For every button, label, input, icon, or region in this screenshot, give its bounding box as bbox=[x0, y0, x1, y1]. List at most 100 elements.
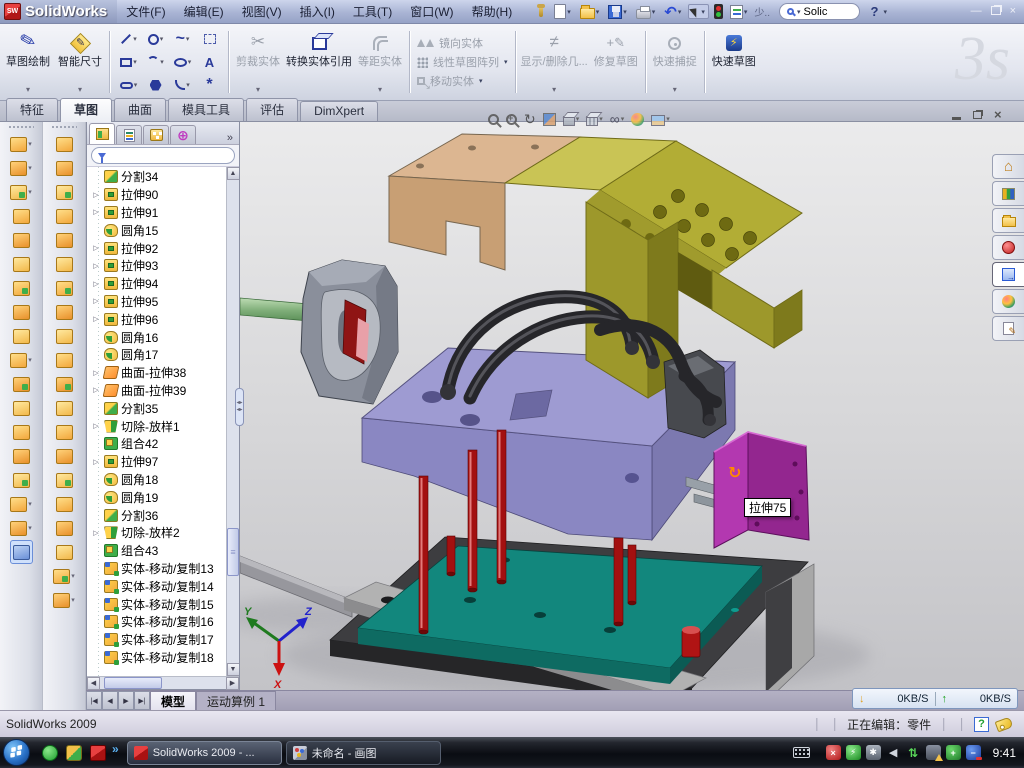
pane-tab-feature-manager-tree[interactable] bbox=[89, 123, 115, 144]
thicken-button[interactable] bbox=[56, 516, 73, 540]
sketch-slot-button[interactable]: ▾ bbox=[115, 74, 142, 97]
print-button[interactable]: ▾ bbox=[634, 4, 658, 20]
taskbar-window-1[interactable]: 未命名 - 画图 bbox=[286, 741, 441, 765]
menu-item-3[interactable]: 插入(I) bbox=[291, 0, 344, 23]
tree-item[interactable]: ▷切除-放样2 bbox=[91, 524, 226, 542]
swept-surface-button[interactable] bbox=[56, 180, 73, 204]
instant3d-button[interactable] bbox=[10, 540, 33, 564]
planar-surface-button[interactable] bbox=[56, 300, 73, 324]
zoom-to-area-button[interactable] bbox=[506, 114, 517, 125]
expand-arrow-icon[interactable]: ▷ bbox=[91, 297, 101, 305]
tree-item[interactable]: 圆角19 bbox=[91, 488, 226, 506]
new-document-button[interactable]: ▾ bbox=[552, 3, 573, 20]
extend-surface-button[interactable] bbox=[56, 420, 73, 444]
tree-filter-input[interactable] bbox=[91, 147, 235, 164]
lofted-boss-button[interactable] bbox=[13, 252, 30, 276]
scroll-down-arrow[interactable]: ▼ bbox=[227, 663, 240, 676]
offset-entities-button[interactable]: 等距实体 ▾ bbox=[354, 27, 406, 97]
trim-surface-button[interactable] bbox=[56, 444, 73, 468]
document-tab-0[interactable]: 模型 bbox=[150, 691, 196, 710]
task-pane-tab-appearances-scenes[interactable] bbox=[992, 289, 1024, 314]
magenta-block-part[interactable]: ↻ bbox=[714, 432, 809, 548]
quick-launch-messenger-icon[interactable] bbox=[42, 745, 58, 761]
quick-tips-help-icon[interactable]: ? bbox=[974, 717, 989, 732]
scroll-up-arrow[interactable]: ▲ bbox=[227, 167, 240, 180]
tab-评估[interactable]: 评估 bbox=[246, 98, 298, 121]
tree-item[interactable]: ▷拉伸95 bbox=[91, 293, 226, 311]
tray-messenger-blue-icon[interactable]: − bbox=[966, 745, 981, 760]
red-bushing-part[interactable] bbox=[682, 626, 700, 657]
view-orientation-button[interactable]: ▾ bbox=[563, 112, 580, 126]
scroll-left-arrow[interactable]: ◀ bbox=[87, 677, 100, 690]
expand-arrow-icon[interactable]: ▷ bbox=[91, 386, 101, 394]
linear-pattern-button[interactable]: ▾ bbox=[10, 348, 32, 372]
expand-arrow-icon[interactable]: ▷ bbox=[91, 529, 101, 537]
expand-arrow-icon[interactable]: ▷ bbox=[91, 262, 101, 270]
tree-item[interactable]: ▷拉伸94 bbox=[91, 275, 226, 293]
doc-close-button[interactable]: × bbox=[994, 109, 1002, 121]
untrim-surface-button[interactable] bbox=[56, 468, 73, 492]
expand-arrow-icon[interactable]: ▷ bbox=[91, 315, 101, 323]
fillet-button[interactable]: ▾ bbox=[10, 180, 32, 204]
tree-item[interactable]: 实体-移动/复制16 bbox=[91, 613, 226, 631]
keyboard-layout-icon[interactable] bbox=[793, 747, 810, 758]
help-button[interactable]: ? bbox=[871, 4, 879, 19]
task-pane-tab-search[interactable] bbox=[992, 235, 1024, 260]
task-pane-tab-file-explorer[interactable] bbox=[992, 208, 1024, 233]
doc-minimize-button[interactable] bbox=[952, 117, 961, 120]
replace-face-button[interactable] bbox=[56, 396, 73, 420]
scroll-thumb[interactable] bbox=[227, 528, 239, 576]
trim-entities-button[interactable]: 剪裁实体 ▾ bbox=[232, 27, 284, 97]
toolbar-overflow[interactable]: 少.. bbox=[754, 4, 770, 19]
menu-item-4[interactable]: 工具(T) bbox=[344, 0, 401, 23]
tree-item[interactable]: 实体-移动/复制15 bbox=[91, 595, 226, 613]
search-box[interactable]: ▾ bbox=[779, 3, 860, 20]
sketch-button[interactable]: 草图绘制 ▾ bbox=[2, 27, 54, 97]
knit-surface-button[interactable] bbox=[56, 492, 73, 516]
lofted-surface-button[interactable] bbox=[56, 204, 73, 228]
ruled-surface-button[interactable] bbox=[56, 348, 73, 372]
start-button[interactable] bbox=[3, 739, 30, 766]
tree-item[interactable]: 分割34 bbox=[91, 168, 226, 186]
previous-view-button[interactable] bbox=[524, 111, 536, 128]
tree-item[interactable]: 分割35 bbox=[91, 399, 226, 417]
combine-bodies-button[interactable] bbox=[13, 396, 30, 420]
tab-模具工具[interactable]: 模具工具 bbox=[168, 98, 244, 121]
draft-button[interactable] bbox=[13, 300, 30, 324]
revolved-surface-button[interactable] bbox=[56, 156, 73, 180]
tree-item[interactable]: 圆角15 bbox=[91, 221, 226, 239]
edit-appearance-button[interactable] bbox=[631, 113, 644, 126]
sketch-circle-button[interactable]: ▾ bbox=[142, 28, 169, 51]
tree-item[interactable]: 实体-移动/复制18 bbox=[91, 649, 226, 667]
mirror-button[interactable] bbox=[13, 372, 30, 396]
expand-arrow-icon[interactable]: ▷ bbox=[91, 369, 101, 377]
expand-arrow-icon[interactable]: ▷ bbox=[91, 191, 101, 199]
panel-splitter-handle[interactable]: ◂▸◂▸ bbox=[235, 388, 244, 426]
tab-草图[interactable]: 草图 bbox=[60, 98, 112, 122]
convert-entities-button[interactable]: 转换实体引用 bbox=[284, 27, 354, 97]
tab-scroll-first-button[interactable]: |◀ bbox=[86, 691, 102, 710]
task-pane-tab-view-palette[interactable] bbox=[992, 262, 1024, 287]
open-button[interactable]: ▾ bbox=[578, 4, 602, 20]
deform-button[interactable] bbox=[13, 468, 30, 492]
options-button[interactable]: ▾ bbox=[728, 4, 750, 20]
tab-DimXpert[interactable]: DimXpert bbox=[300, 101, 378, 121]
toolbar-grip[interactable] bbox=[51, 125, 77, 129]
tree-item[interactable]: ▷拉伸92 bbox=[91, 239, 226, 257]
hide-show-items-button[interactable]: ▾ bbox=[610, 111, 625, 127]
minimize-button[interactable]: — bbox=[971, 6, 982, 17]
section-view-button[interactable] bbox=[543, 113, 556, 126]
tree-item[interactable]: 实体-移动/复制14 bbox=[91, 577, 226, 595]
tree-item[interactable]: ▷曲面-拉伸38 bbox=[91, 364, 226, 382]
search-input[interactable] bbox=[804, 6, 852, 18]
menu-item-0[interactable]: 文件(F) bbox=[117, 0, 174, 23]
reference-geometry-button[interactable]: ▾ bbox=[10, 492, 32, 516]
sketch-point-button[interactable] bbox=[196, 74, 223, 97]
sketch-rectangle-button[interactable]: ▾ bbox=[115, 51, 142, 74]
tray-update-gear-icon[interactable]: ✱ bbox=[866, 745, 881, 760]
tab-scroll-left-button[interactable]: ◀ bbox=[102, 691, 118, 710]
expand-arrow-icon[interactable]: ▷ bbox=[91, 280, 101, 288]
tray-security-red-icon[interactable]: × bbox=[826, 745, 841, 760]
mirror-entities-button[interactable]: 镜向实体 bbox=[417, 35, 508, 52]
document-tab-1[interactable]: 运动算例 1 bbox=[196, 691, 276, 710]
